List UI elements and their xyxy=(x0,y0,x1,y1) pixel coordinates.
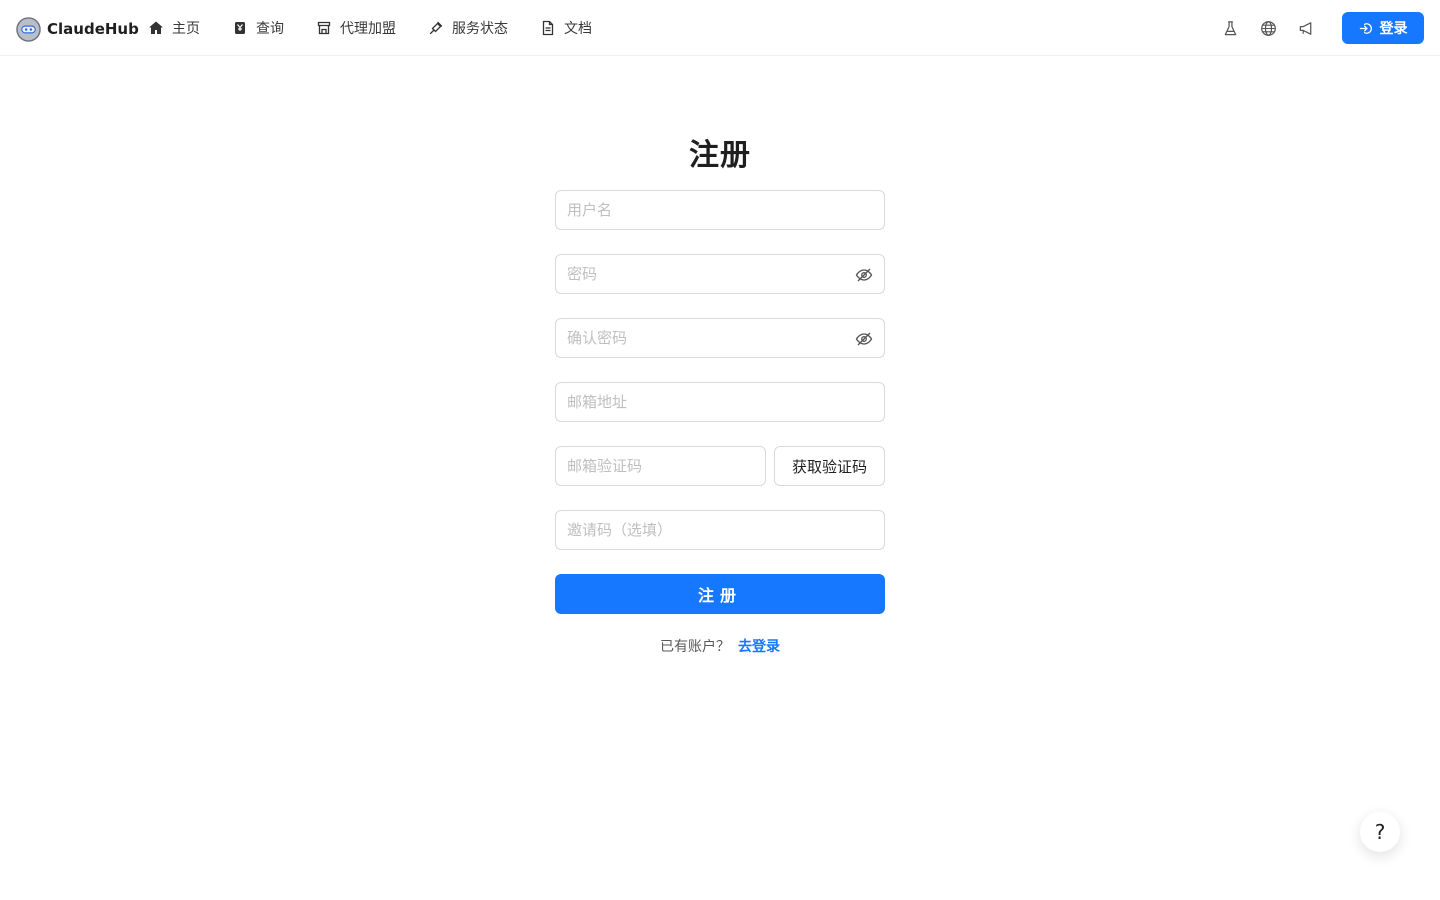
password-field-wrapper xyxy=(555,254,885,294)
invite-code-input[interactable] xyxy=(556,511,884,549)
nav-item-label: 查询 xyxy=(256,21,284,37)
password-input[interactable] xyxy=(556,255,884,293)
invite-code-field-wrapper xyxy=(555,510,885,550)
flask-icon[interactable] xyxy=(1218,16,1242,40)
email-code-field-wrapper xyxy=(555,446,766,486)
register-submit-button[interactable]: 注册 xyxy=(555,574,885,614)
go-login-link[interactable]: 去登录 xyxy=(738,639,780,655)
email-code-input[interactable] xyxy=(556,447,765,485)
login-label: 登录 xyxy=(1379,21,1408,37)
login-prompt: 已有账户？ 去登录 xyxy=(555,636,885,656)
nav-item-agency[interactable]: 代理加盟 xyxy=(316,0,396,56)
eye-hidden-icon[interactable] xyxy=(855,266,873,284)
search-ticket-icon xyxy=(232,20,248,36)
document-icon xyxy=(540,20,556,36)
megaphone-icon[interactable] xyxy=(1294,16,1318,40)
header-tools xyxy=(1218,16,1332,40)
email-field-wrapper xyxy=(555,382,885,422)
nav-item-docs[interactable]: 文档 xyxy=(540,0,592,56)
home-icon xyxy=(148,20,164,36)
brand-name: ClaudeHub xyxy=(47,20,139,38)
nav-item-home[interactable]: 主页 xyxy=(148,0,200,56)
nav-item-query[interactable]: 查询 xyxy=(232,0,284,56)
page-title: 注册 xyxy=(689,138,751,173)
login-icon xyxy=(1359,22,1372,34)
help-float-button[interactable]: ? xyxy=(1360,812,1400,852)
header-login-button[interactable]: 登录 xyxy=(1342,12,1424,44)
brand[interactable]: ClaudeHub xyxy=(16,16,139,42)
confirm-password-input[interactable] xyxy=(556,319,884,357)
nav-item-label: 主页 xyxy=(172,21,200,37)
nav-item-label: 服务状态 xyxy=(452,21,508,37)
top-navbar: ClaudeHub 主页 查询 代理加盟 服务状态 文档 登录 xyxy=(0,0,1440,56)
email-input[interactable] xyxy=(556,383,884,421)
username-input[interactable] xyxy=(556,191,884,229)
get-code-button[interactable]: 获取验证码 xyxy=(774,446,885,486)
username-field-wrapper xyxy=(555,190,885,230)
store-icon xyxy=(316,20,332,36)
eye-hidden-icon[interactable] xyxy=(855,330,873,348)
claudehub-logo-icon xyxy=(16,16,41,42)
pulse-icon xyxy=(428,20,444,36)
confirm-password-field-wrapper xyxy=(555,318,885,358)
nav-item-label: 文档 xyxy=(564,21,592,37)
nav-item-label: 代理加盟 xyxy=(340,21,396,37)
globe-icon[interactable] xyxy=(1256,16,1280,40)
main-nav: 主页 查询 代理加盟 服务状态 文档 xyxy=(148,0,624,56)
has-account-text: 已有账户？ xyxy=(660,639,730,655)
nav-item-status[interactable]: 服务状态 xyxy=(428,0,508,56)
